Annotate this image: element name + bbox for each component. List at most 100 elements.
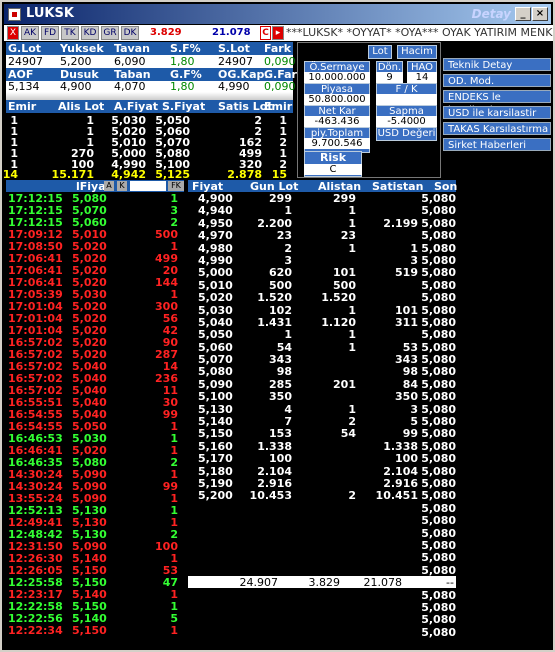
ak-button[interactable]: AK: [21, 26, 39, 40]
dist-cell: 5,080: [421, 278, 456, 292]
dist-cell: 299: [269, 192, 292, 205]
summary-value-4: 24907: [218, 55, 253, 68]
summary-value-2: 6,090: [114, 55, 146, 68]
dist-cell: 4,980: [198, 241, 233, 255]
app-window: LUKSK Detay _ × X AK FD TK KD GR DK 3.82…: [0, 0, 555, 652]
fd-button[interactable]: FD: [41, 26, 59, 40]
dist-row: 5,080 98 98 5,080: [188, 366, 456, 378]
dist-cell: 98: [276, 365, 292, 379]
dist-satistan-header[interactable]: Satistan: [372, 180, 423, 193]
menu-item-0[interactable]: Teknik Detay: [443, 58, 551, 71]
arrow-right-icon[interactable]: ▸: [272, 26, 284, 40]
dist-cell: 5,090: [198, 377, 233, 391]
close-icon[interactable]: X: [7, 26, 19, 40]
menu-item-4[interactable]: TAKAS Karsılastırma: [443, 122, 551, 135]
dist-son-cell: 5,080: [421, 538, 456, 552]
dist-cell: 5,020: [198, 291, 233, 305]
dist-cell: 2.104: [257, 464, 292, 478]
app-icon: [8, 8, 21, 21]
depth-header-2[interactable]: A.Fiyat: [114, 100, 158, 113]
dist-row: 5,050 1 1 5,080: [188, 329, 456, 341]
usd-button[interactable]: USD Değeri: [376, 127, 437, 141]
summary-header-5: Fark: [264, 42, 292, 55]
dist-cell: 5,200: [198, 489, 233, 503]
dist-cell: 1.520: [257, 291, 292, 305]
detail-label: Detay: [471, 7, 511, 21]
trade-time: 12:22:34: [8, 624, 63, 637]
dist-cell: 5,080: [421, 439, 456, 453]
osermaye-value: 10.000.000: [304, 72, 370, 83]
dist-cell: 5,180: [198, 464, 233, 478]
summary-header-4: S.Lot: [218, 42, 250, 55]
depth-header-1[interactable]: Alis Lot: [58, 100, 104, 113]
kd-button[interactable]: KD: [81, 26, 99, 40]
dist-cell: 23: [276, 229, 292, 243]
dist-cell: 5,080: [421, 353, 456, 367]
minimize-button[interactable]: _: [515, 7, 531, 21]
dist-cell: 5,000: [198, 266, 233, 280]
empty-area: [459, 180, 551, 650]
netkar-value: -463.436: [304, 116, 370, 127]
depth-header-3[interactable]: S.Fiyat: [162, 100, 205, 113]
sapma-value: -5.4000: [376, 116, 437, 127]
dist-cell: 1.338: [257, 439, 292, 453]
dist-cell: 5,150: [198, 427, 233, 441]
menu-item-2[interactable]: ENDEKS le karsilastir: [443, 90, 551, 116]
close-button[interactable]: ×: [532, 7, 548, 21]
dist-row: 5,080: [188, 614, 456, 626]
depth-header-0[interactable]: Emir: [8, 100, 36, 113]
dist-cell: 2.916: [383, 476, 418, 490]
dist-son-cell: 5,080: [421, 588, 456, 602]
dist-row: 5,080: [188, 502, 456, 515]
summary-header-0: G.Lot: [8, 42, 42, 55]
dist-cell: 2: [284, 241, 292, 255]
dist-cell: 101: [333, 266, 356, 280]
dk-button[interactable]: DK: [121, 26, 139, 40]
fk-button[interactable]: FK: [168, 181, 184, 191]
dist-cell: 1.431: [257, 315, 292, 329]
dist-cell: 5,170: [198, 452, 233, 466]
lot-button[interactable]: Lot: [368, 45, 392, 59]
dist-cell: 5,080: [421, 489, 456, 503]
hao-value: 14: [407, 72, 437, 83]
dist-cell: 2.200: [257, 216, 292, 230]
hacim-button[interactable]: Hacim: [397, 45, 437, 59]
menu-item-5[interactable]: Sirket Haberleri: [443, 138, 551, 151]
k-button[interactable]: K: [117, 181, 127, 191]
dist-cell: 5,080: [421, 192, 456, 205]
total-satistan: 21.078: [363, 576, 403, 589]
dist-cell: 5,030: [198, 303, 233, 317]
piyasa-value: 50.800.000: [304, 94, 370, 105]
dist-cell: 3: [284, 253, 292, 267]
dist-row: 5,080: [188, 527, 456, 540]
dist-son-cell: 5,080: [421, 613, 456, 627]
dist-cell: 1: [348, 303, 356, 317]
dist-son-cell: 5,080: [421, 600, 456, 614]
menu-item-3[interactable]: USD ile karsilastir: [443, 106, 551, 119]
dist-row: 5,080: [188, 515, 456, 527]
gr-button[interactable]: GR: [101, 26, 119, 40]
volume-display: 21.078: [212, 27, 251, 38]
tk-button[interactable]: TK: [61, 26, 79, 40]
dist-cell: 5,010: [198, 278, 233, 292]
dist-cell: 101: [395, 303, 418, 317]
dist-cell: 1.120: [321, 315, 356, 329]
filter-input[interactable]: [130, 181, 166, 191]
summary-value-3: 1,80: [170, 55, 195, 68]
dist-row: 5,080: [188, 600, 456, 614]
dist-cell: 2: [348, 415, 356, 429]
dist-cell: 5,060: [198, 340, 233, 354]
c-button[interactable]: C: [260, 26, 271, 40]
toolbar: X AK FD TK KD GR DK 3.829 21.078 C ▸ ***…: [4, 25, 553, 41]
dist-cell: 5,070: [198, 353, 233, 367]
dist-cell: 500: [333, 278, 356, 292]
depth-header-5[interactable]: Emir: [264, 100, 292, 113]
menu-item-1[interactable]: OD. Mod.: [443, 74, 551, 87]
dist-cell: 3: [410, 402, 418, 416]
a-button[interactable]: A: [104, 181, 114, 191]
dist-cell: 343: [395, 353, 418, 367]
dist-cell: 5,130: [198, 402, 233, 416]
dist-row: 5,080: [188, 538, 456, 552]
dist-cell: 5,040: [198, 315, 233, 329]
dist-cell: 500: [269, 278, 292, 292]
